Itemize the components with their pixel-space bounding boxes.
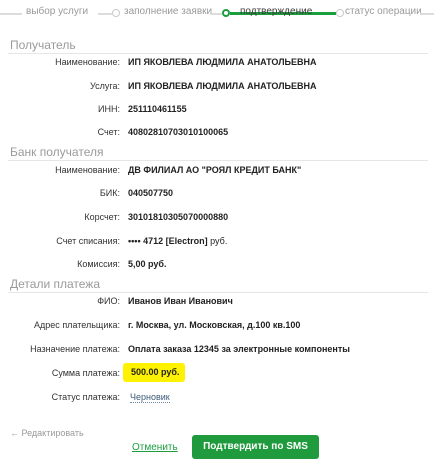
step-confirmation: подтверждение	[240, 6, 313, 17]
bank-bik-row: БИК: 040507750	[0, 188, 434, 202]
field-label: Сумма платежа:	[51, 368, 120, 378]
bank-name-row: Наименование: ДВ ФИЛИАЛ АО "РОЯЛ КРЕДИТ …	[0, 165, 434, 179]
recipient-name-value: ИП ЯКОВЛЕВА ЛЮДМИЛА АНАТОЛЬЕВНА	[128, 57, 317, 67]
field-label: ФИО:	[97, 296, 120, 306]
step-dot	[112, 9, 120, 17]
payer-fio-value: Иванов Иван Иванович	[128, 296, 233, 306]
payment-status-row: Статус платежа: Черновик	[0, 392, 434, 406]
payment-purpose-value: Оплата заказа 12345 за электронные компо…	[128, 344, 350, 354]
payment-amount-row: Сумма платежа:	[0, 368, 434, 382]
progress-steps: выбор услуги заполнение заявки подтвержд…	[0, 0, 434, 26]
bank-debit-row: Счет списания: •••• 4712 [Electron] руб.	[0, 236, 434, 250]
payer-address-value: г. Москва, ул. Московская, д.100 кв.100	[128, 320, 301, 330]
step-fill-form: заполнение заявки	[124, 6, 213, 17]
field-label: Наименование:	[55, 57, 120, 67]
field-label: Корсчет:	[84, 212, 120, 222]
step-dot-active	[222, 9, 230, 17]
section-title-bank: Банк получателя	[10, 145, 104, 159]
recipient-account-row: Счет: 40802810703010100065	[0, 127, 434, 141]
bank-fee-row: Комиссия: 5,00 руб.	[0, 259, 434, 273]
recipient-inn-row: ИНН: 251110461155	[0, 104, 434, 118]
step-dot	[336, 9, 344, 17]
recipient-account-value: 40802810703010100065	[128, 127, 229, 137]
payment-amount-value: 500.00 руб.	[131, 367, 180, 377]
field-label: Услуга:	[90, 81, 120, 91]
fee-value: 5,00 руб.	[128, 259, 167, 269]
section-divider	[8, 53, 428, 54]
recipient-inn-value: 251110461155	[128, 104, 187, 114]
step-operation-status: статус операции	[345, 6, 422, 17]
section-title-recipient: Получатель	[10, 38, 76, 52]
debit-account-value: •••• 4712 [Electron] руб.	[128, 236, 227, 246]
field-label: БИК:	[99, 188, 120, 198]
payment-status-value: Черновик	[130, 392, 170, 403]
steps-line	[98, 13, 112, 15]
field-label: Счет:	[97, 127, 120, 137]
recipient-service-row: Услуга: ИП ЯКОВЛЕВА ЛЮДМИЛА АНАТОЛЬЕВНА	[0, 81, 434, 95]
field-label: Назначение платежа:	[30, 344, 120, 354]
bank-corr-value: 30101810305070000880	[128, 212, 229, 222]
section-title-payment: Детали платежа	[10, 277, 100, 291]
field-label: Наименование:	[55, 165, 120, 175]
steps-line	[420, 13, 434, 15]
field-label: Счет списания:	[56, 236, 120, 246]
field-label: Адрес плательщика:	[34, 320, 120, 330]
steps-line	[0, 13, 22, 15]
section-divider	[8, 292, 428, 293]
edit-link[interactable]: ← Редактировать	[10, 428, 84, 438]
recipient-name-row: Наименование: ИП ЯКОВЛЕВА ЛЮДМИЛА АНАТОЛ…	[0, 57, 434, 71]
debit-account-unit: руб.	[210, 236, 228, 246]
field-label: Комиссия:	[77, 259, 120, 269]
payment-purpose-row: Назначение платежа: Оплата заказа 12345 …	[0, 344, 434, 358]
debit-account-number: •••• 4712 [Electron]	[128, 236, 208, 246]
section-divider	[8, 160, 428, 161]
payment-address-row: Адрес плательщика: г. Москва, ул. Москов…	[0, 320, 434, 334]
status-draft-link[interactable]: Черновик	[130, 392, 170, 403]
bank-name-value: ДВ ФИЛИАЛ АО "РОЯЛ КРЕДИТ БАНК"	[128, 165, 302, 175]
payment-fio-row: ФИО: Иванов Иван Иванович	[0, 296, 434, 310]
confirm-sms-button[interactable]: Подтвердить по SMS	[192, 435, 319, 459]
bank-bik-value: 040507750	[128, 188, 174, 198]
recipient-service-value: ИП ЯКОВЛЕВА ЛЮДМИЛА АНАТОЛЬЕВНА	[128, 81, 317, 91]
bank-corr-row: Корсчет: 30101810305070000880	[0, 212, 434, 226]
steps-line	[210, 13, 222, 15]
cancel-link[interactable]: Отменить	[132, 442, 178, 453]
field-label: ИНН:	[98, 104, 120, 114]
field-label: Статус платежа:	[51, 392, 120, 402]
step-select-service: выбор услуги	[26, 6, 89, 17]
